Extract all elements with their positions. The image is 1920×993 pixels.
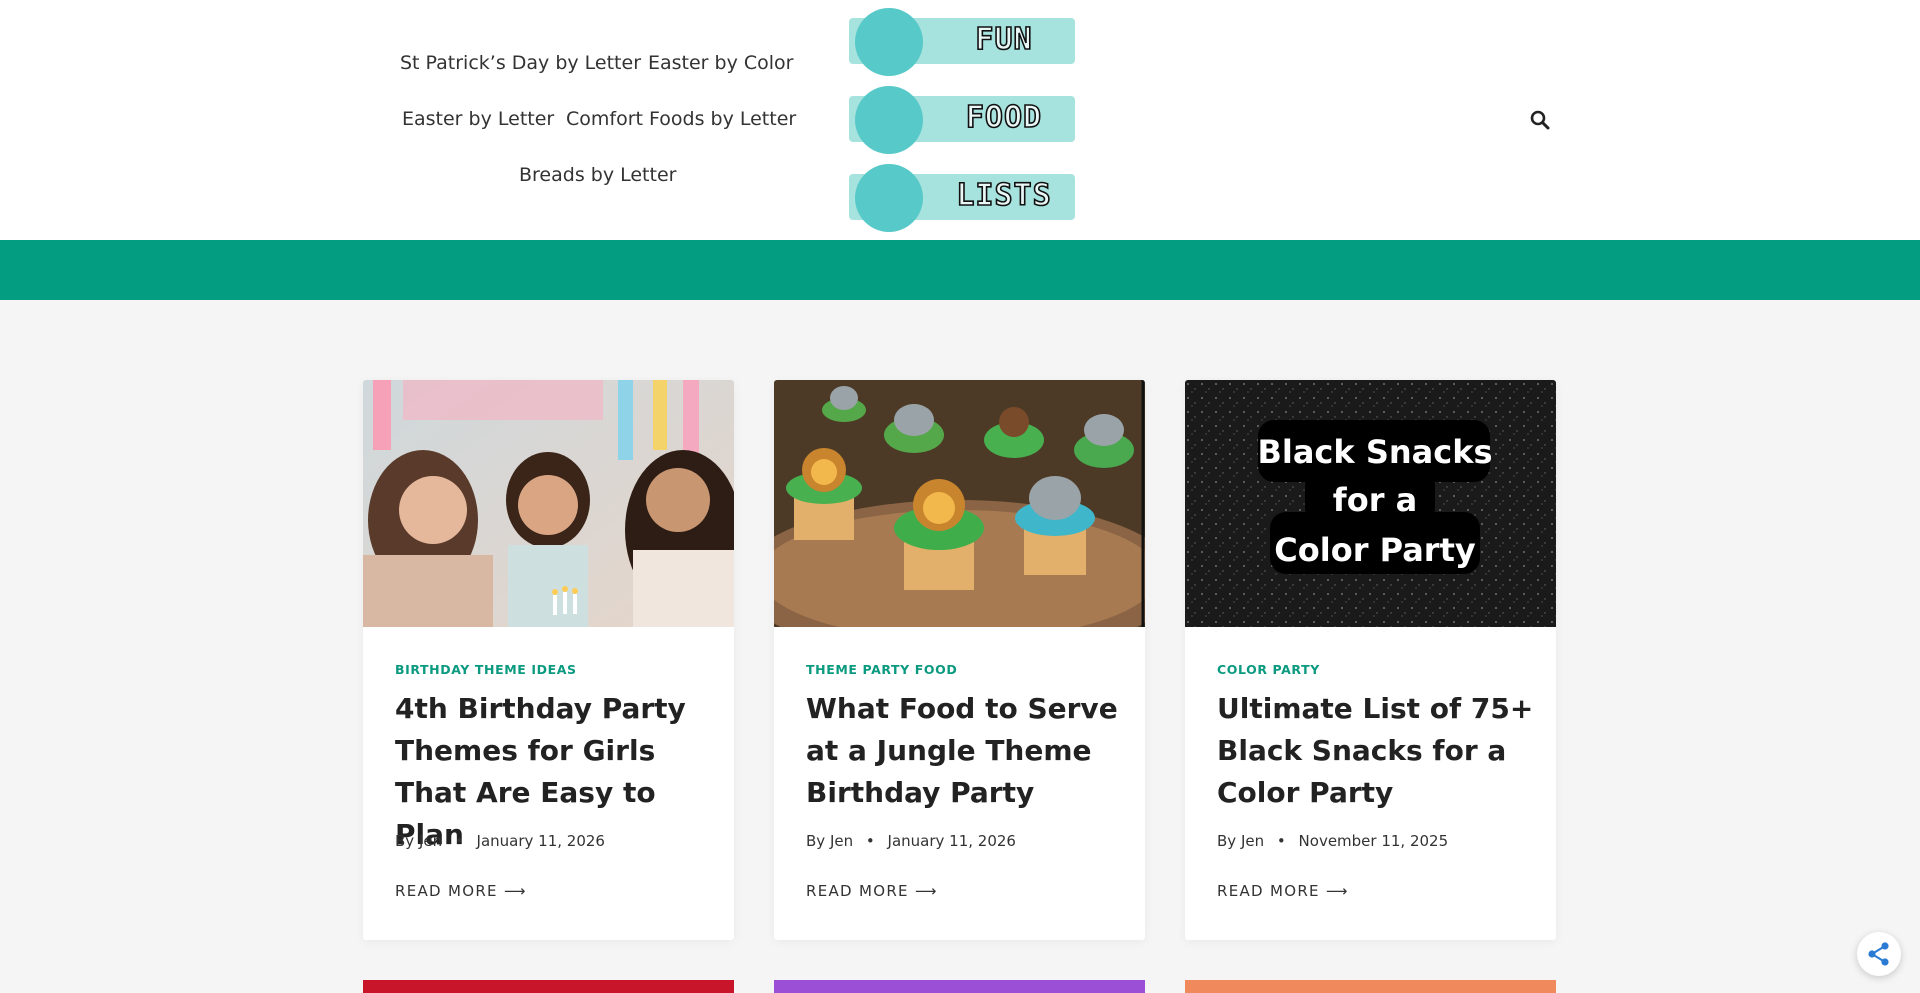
nav-item-st-patricks-day[interactable]: St Patrick’s Day by Letter — [400, 52, 641, 74]
post-by-label: By — [1217, 832, 1237, 850]
logo-word-fun: FUN — [975, 21, 1033, 58]
post-date: November 11, 2025 — [1298, 832, 1449, 850]
logo-row-fun: FUN — [846, 4, 1078, 76]
post-title[interactable]: Ultimate List of 75+ Black Snacks for a … — [1217, 688, 1537, 814]
search-icon[interactable] — [1528, 108, 1552, 132]
post-title[interactable]: 4th Birthday Party Themes for Girls That… — [395, 688, 715, 856]
logo-word-food: FOOD — [965, 99, 1043, 136]
post-author[interactable]: Jen — [419, 832, 442, 850]
image-text-line: Color Party — [1274, 531, 1476, 569]
logo-row-lists: LISTS — [846, 160, 1078, 232]
post-title[interactable]: What Food to Serve at a Jungle Theme Bir… — [806, 688, 1126, 814]
post-category[interactable]: THEME PARTY FOOD — [806, 662, 957, 677]
post-meta: By Jen • January 11, 2026 — [395, 832, 605, 850]
nav-item-easter-by-color[interactable]: Easter by Color — [648, 52, 794, 74]
post-date: January 11, 2026 — [887, 832, 1016, 850]
read-more-link[interactable]: READ MORE ⟶ — [395, 882, 527, 900]
post-thumbnail[interactable]: Black Snacks for a Color Party — [1185, 380, 1556, 627]
post-thumbnail[interactable] — [363, 380, 734, 627]
post-author[interactable]: Jen — [1241, 832, 1264, 850]
read-more-link[interactable]: READ MORE ⟶ — [1217, 882, 1349, 900]
logo-row-food: FOOD — [846, 82, 1078, 154]
post-thumbnail-next[interactable] — [363, 980, 734, 993]
post-meta: By Jen • November 11, 2025 — [1217, 832, 1448, 850]
post-thumbnail-next[interactable] — [774, 980, 1145, 993]
site-header: St Patrick’s Day by Letter Easter by Col… — [0, 0, 1920, 240]
image-text-line: for a — [1333, 481, 1417, 519]
post-meta: By Jen • January 11, 2026 — [806, 832, 1016, 850]
logo-word-lists: LISTS — [956, 177, 1052, 214]
meta-separator: • — [865, 832, 875, 850]
post-category[interactable]: COLOR PARTY — [1217, 662, 1320, 677]
post-by-label: By — [806, 832, 826, 850]
post-card: THEME PARTY FOOD What Food to Serve at a… — [774, 380, 1145, 940]
meta-separator: • — [454, 832, 464, 850]
read-more-link[interactable]: READ MORE ⟶ — [806, 882, 938, 900]
accent-band — [0, 240, 1920, 300]
meta-separator: • — [1276, 832, 1286, 850]
post-card: Black Snacks for a Color Party COLOR PAR… — [1185, 380, 1556, 940]
nav-item-comfort-foods[interactable]: Comfort Foods by Letter — [566, 108, 796, 130]
site-logo[interactable]: FUN FOOD LISTS — [846, 4, 1078, 236]
share-icon[interactable] — [1857, 932, 1901, 976]
post-card: BIRTHDAY THEME IDEAS 4th Birthday Party … — [363, 380, 734, 940]
post-by-label: By — [395, 832, 415, 850]
post-thumbnail[interactable] — [774, 380, 1145, 627]
post-author[interactable]: Jen — [830, 832, 853, 850]
post-category[interactable]: BIRTHDAY THEME IDEAS — [395, 662, 577, 677]
image-text-line: Black Snacks — [1257, 433, 1492, 471]
nav-item-breads-by-letter[interactable]: Breads by Letter — [519, 164, 676, 186]
post-date: January 11, 2026 — [476, 832, 605, 850]
post-thumbnail-next[interactable] — [1185, 980, 1556, 993]
nav-item-easter-by-letter[interactable]: Easter by Letter — [402, 108, 554, 130]
